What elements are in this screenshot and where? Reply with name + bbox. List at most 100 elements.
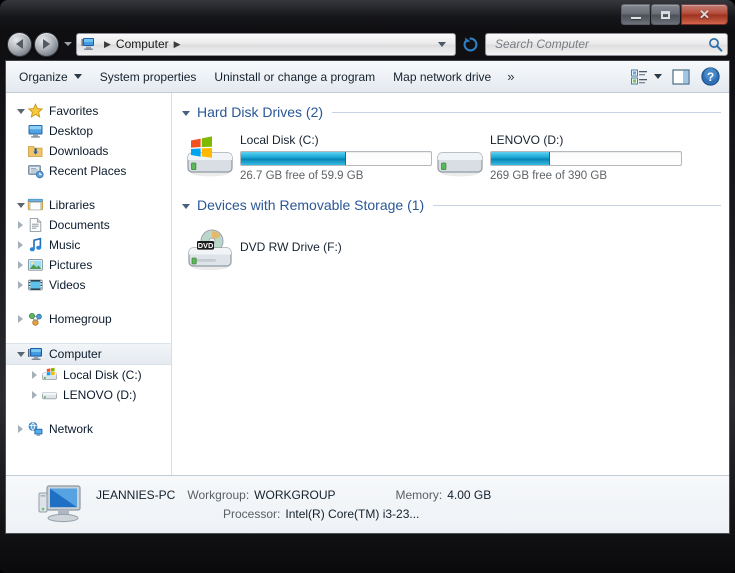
explorer-window: ✕ ▶ Computer ▶ Search Computer Organize … (0, 0, 735, 573)
twisty-collapsed-icon[interactable] (14, 425, 27, 433)
search-icon[interactable] (708, 37, 723, 52)
search-input[interactable] (493, 36, 708, 52)
sidebar-group-network[interactable]: Network (6, 419, 171, 439)
view-options-icon (631, 69, 647, 84)
computer-icon (81, 37, 96, 51)
sidebar-item-computer[interactable]: Computer (6, 343, 171, 365)
preview-pane-button[interactable] (667, 64, 696, 89)
close-button[interactable]: ✕ (681, 4, 728, 25)
address-dropdown-icon[interactable] (438, 41, 446, 47)
breadcrumb-separator-root: ▶ (104, 38, 111, 49)
hard-drive-windows-icon (186, 135, 234, 179)
hard-drive-windows-icon (41, 367, 58, 383)
documents-icon (27, 217, 44, 233)
drive-free-space: 269 GB free of 390 GB (490, 170, 607, 182)
toolbar-overflow-button[interactable]: » (500, 69, 521, 84)
star-icon (27, 103, 44, 119)
sidebar-label-pictures: Pictures (49, 258, 93, 272)
capacity-bar (490, 151, 682, 166)
breadcrumb-separator-trailing[interactable]: ▶ (174, 39, 181, 50)
svg-text:?: ? (707, 70, 714, 84)
map-network-drive-label: Map network drive (393, 69, 492, 84)
organize-button[interactable]: Organize (10, 64, 91, 89)
sidebar-group-homegroup[interactable]: Homegroup (6, 309, 171, 329)
window-controls: ✕ (620, 4, 728, 25)
recent-places-icon (27, 163, 44, 179)
sidebar-item-local-disk-c[interactable]: Local Disk (C:) (6, 365, 171, 385)
chevron-down-icon (654, 74, 662, 79)
processor-value: Intel(R) Core(TM) i3-23... (285, 506, 420, 521)
twisty-expanded-icon[interactable] (14, 202, 27, 208)
organize-label: Organize (19, 69, 68, 84)
twisty-collapsed-icon[interactable] (14, 315, 27, 323)
sidebar-item-lenovo-d[interactable]: LENOVO (D:) (6, 385, 171, 405)
details-text: JEANNIES-PC Workgroup: WORKGROUP Memory:… (96, 486, 717, 524)
drive-tiles-removable: DVD DVD RW Drive (F:) (172, 216, 729, 272)
sidebar-label-computer: Computer (49, 347, 102, 361)
drive-tile-local-disk-c[interactable]: Local Disk (C:) 26.7 GB free of 59.9 GB (186, 131, 436, 182)
navigation-pane[interactable]: Favorites Desktop Downloads Recent Place… (6, 93, 172, 475)
group-header-hard-disk-drives[interactable]: Hard Disk Drives (2) (172, 101, 729, 123)
dvd-badge-label: DVD (198, 241, 214, 250)
back-button[interactable] (7, 31, 32, 57)
sidebar-group-favorites[interactable]: Favorites (6, 101, 171, 121)
twisty-collapsed-icon[interactable] (28, 371, 41, 379)
sidebar-item-recent-places[interactable]: Recent Places (6, 161, 171, 181)
drive-tile-dvd-rw-f[interactable]: DVD DVD RW Drive (F:) (186, 224, 436, 272)
memory-value: 4.00 GB (447, 487, 492, 502)
drive-title: LENOVO (D:) (490, 133, 564, 147)
twisty-expanded-icon[interactable] (182, 203, 190, 209)
sidebar-item-music[interactable]: Music (6, 235, 171, 255)
sidebar-item-pictures[interactable]: Pictures (6, 255, 171, 275)
twisty-expanded-icon[interactable] (14, 108, 27, 114)
twisty-collapsed-icon[interactable] (28, 391, 41, 399)
workgroup-key: Workgroup: (187, 487, 250, 502)
twisty-collapsed-icon[interactable] (14, 241, 27, 249)
maximize-button[interactable] (651, 4, 680, 25)
help-icon: ? (701, 67, 720, 86)
map-network-drive-button[interactable]: Map network drive (384, 64, 500, 89)
sidebar-label-desktop: Desktop (49, 124, 94, 138)
system-properties-button[interactable]: System properties (91, 64, 206, 89)
sidebar-label-music: Music (49, 238, 81, 252)
group-header-rule (433, 204, 721, 206)
back-arrow-icon (16, 39, 23, 49)
twisty-collapsed-icon[interactable] (14, 281, 27, 289)
drive-tile-lenovo-d[interactable]: LENOVO (D:) 269 GB free of 390 GB (436, 131, 686, 182)
forward-button[interactable] (34, 31, 59, 57)
group-header-removable-storage[interactable]: Devices with Removable Storage (1) (172, 194, 729, 216)
pictures-icon (27, 257, 44, 273)
change-view-button[interactable] (626, 64, 667, 89)
uninstall-or-change-program-button[interactable]: Uninstall or change a program (205, 64, 384, 89)
sidebar-label-downloads: Downloads (49, 144, 109, 158)
sidebar-group-libraries[interactable]: Libraries (6, 195, 171, 215)
recent-pages-dropdown-icon[interactable] (64, 42, 72, 46)
twisty-collapsed-icon[interactable] (14, 221, 27, 229)
chevron-down-icon (73, 74, 82, 79)
sidebar-item-videos[interactable]: Videos (6, 275, 171, 295)
search-box[interactable] (485, 32, 728, 56)
sidebar-item-documents[interactable]: Documents (6, 215, 171, 235)
details-line-2: Processor: Intel(R) Core(TM) i3-23... (96, 505, 717, 524)
help-button[interactable]: ? (696, 64, 725, 89)
twisty-expanded-icon[interactable] (182, 110, 190, 116)
address-bar[interactable]: ▶ Computer ▶ (76, 32, 456, 56)
sidebar-item-desktop[interactable]: Desktop (6, 121, 171, 141)
computer-monitor-icon (36, 483, 86, 527)
breadcrumb-item-computer[interactable]: Computer (116, 37, 169, 51)
twisty-expanded-icon[interactable] (14, 351, 27, 357)
sidebar-label-videos: Videos (49, 278, 86, 292)
minimize-button[interactable] (621, 4, 650, 25)
refresh-button[interactable] (460, 34, 481, 55)
sidebar-item-downloads[interactable]: Downloads (6, 141, 171, 161)
twisty-collapsed-icon[interactable] (14, 261, 27, 269)
sidebar-label-recent-places: Recent Places (49, 164, 127, 178)
downloads-icon (27, 143, 44, 159)
hard-drive-icon (436, 135, 484, 179)
refresh-icon (463, 37, 478, 51)
sidebar-label-network: Network (49, 422, 94, 436)
content-pane[interactable]: Hard Disk Drives (2) Local Disk (C:) 26.… (172, 93, 729, 475)
navigation-bar: ▶ Computer ▶ (5, 28, 730, 60)
